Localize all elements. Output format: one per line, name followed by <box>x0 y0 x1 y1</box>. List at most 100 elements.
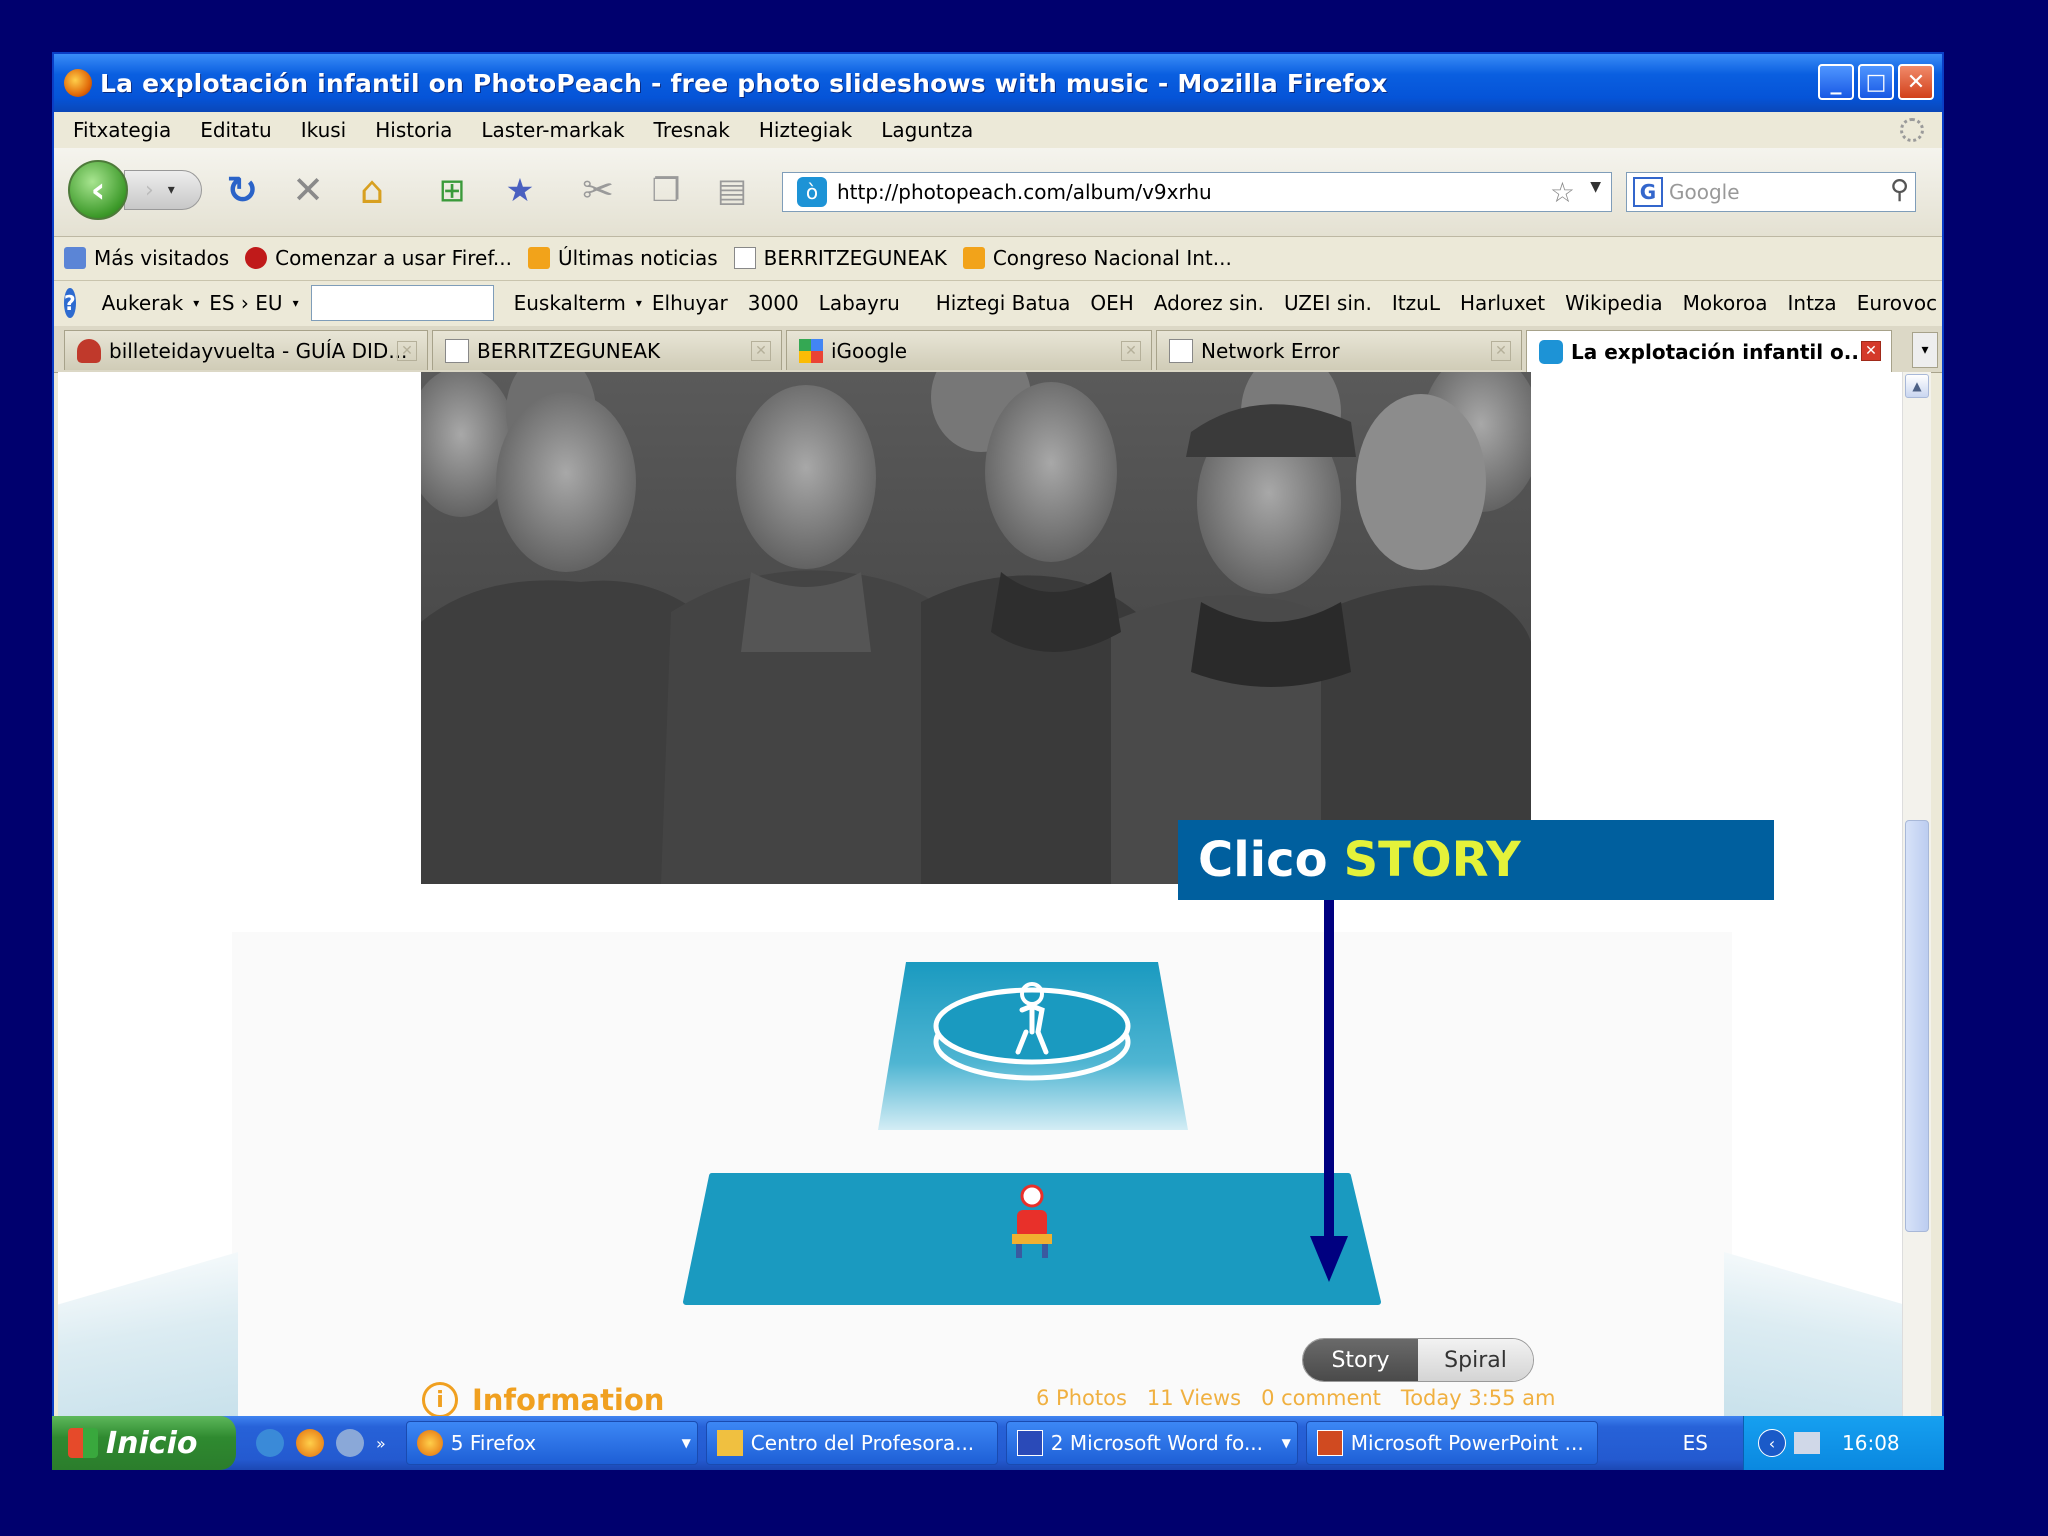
dict-uzei[interactable]: UZEI sin. <box>1284 291 1372 315</box>
dict-labayru[interactable]: Labayru <box>819 291 900 315</box>
internet-explorer-icon[interactable] <box>256 1429 284 1457</box>
bookmark-star-icon[interactable]: ★ <box>498 168 542 212</box>
folder-icon <box>64 247 86 269</box>
menu-hiztegiak[interactable]: Hiztegiak <box>759 118 852 142</box>
bookmark-congreso[interactable]: Congreso Nacional Int... <box>962 246 1232 270</box>
home-icon[interactable]: ⌂ <box>350 168 394 212</box>
powerpoint-icon <box>1316 1430 1343 1456</box>
bookmark-star-icon[interactable]: ☆ <box>1550 176 1575 209</box>
tab-explotacion-infantil[interactable]: La explotación infantil o... ✕ <box>1526 330 1892 372</box>
clock[interactable]: 16:08 <box>1842 1431 1900 1455</box>
search-icon[interactable]: ⚲ <box>1890 175 1909 205</box>
story-mode-preview[interactable] <box>682 1154 1382 1314</box>
information-link[interactable]: i Information <box>422 1382 664 1418</box>
page-content: Story Spiral 6 Photos 11 Views 0 comment… <box>58 372 1902 1458</box>
dict-3000[interactable]: 3000 <box>748 291 799 315</box>
title-bar[interactable]: La explotación infantil on PhotoPeach - … <box>54 54 1942 112</box>
bookmark-ultimas-noticias[interactable]: Últimas noticias <box>528 246 718 270</box>
dict-harluxet[interactable]: Harluxet <box>1460 291 1545 315</box>
dict-oeh[interactable]: OEH <box>1090 291 1133 315</box>
tab-network-error[interactable]: Network Error ✕ <box>1156 330 1522 370</box>
information-label: Information <box>472 1383 665 1417</box>
copy-icon[interactable]: ❐ <box>644 168 688 212</box>
paste-icon[interactable]: ▤ <box>710 168 754 212</box>
tab-close-icon[interactable]: ✕ <box>1861 341 1881 361</box>
dict-euskalterm[interactable]: Euskalterm <box>514 291 626 315</box>
tab-list-button[interactable]: ▾ <box>1912 332 1938 368</box>
start-button[interactable]: Inicio <box>52 1416 236 1470</box>
network-icon[interactable] <box>1794 1432 1820 1454</box>
igoogle-icon <box>799 338 823 363</box>
slideshow-photo[interactable] <box>421 372 1531 884</box>
chevron-down-icon[interactable]: ▼ <box>1590 179 1601 195</box>
language-indicator[interactable]: ES <box>1683 1431 1708 1455</box>
spiral-button[interactable]: Spiral <box>1418 1339 1533 1381</box>
spiral-mode-preview[interactable] <box>678 960 1294 1132</box>
dict-eurovoc[interactable]: Eurovoc <box>1857 291 1937 315</box>
bookmarks-toolbar: Más visitados Comenzar a usar Firef... Ú… <box>54 236 1942 281</box>
windows-taskbar: Inicio » 5 Firefox ▼ Centro del Profesor… <box>52 1416 1944 1470</box>
quick-launch-chevron-icon[interactable]: » <box>376 1434 386 1453</box>
menu-editatu[interactable]: Editatu <box>200 118 272 142</box>
tab-close-icon[interactable]: ✕ <box>751 341 771 361</box>
bookmark-comenzar[interactable]: Comenzar a usar Firef... <box>245 246 512 270</box>
tab-billeteidayvuelta[interactable]: billeteidayvuelta - GUÍA DID... ✕ <box>64 330 428 370</box>
menu-historia[interactable]: Historia <box>375 118 452 142</box>
firefox-icon[interactable] <box>296 1429 324 1457</box>
menu-laguntza[interactable]: Laguntza <box>881 118 973 142</box>
menu-laster-markak[interactable]: Laster-markak <box>481 118 624 142</box>
bookmark-berritzeguneak[interactable]: BERRITZEGUNEAK <box>733 246 947 270</box>
dict-intza[interactable]: Intza <box>1788 291 1837 315</box>
menu-ikusi[interactable]: Ikusi <box>301 118 347 142</box>
translator-input[interactable] <box>310 285 494 321</box>
aukerak-menu[interactable]: Aukerak <box>102 291 184 315</box>
taskbar-word[interactable]: 2 Microsoft Word fo... ▼ <box>1005 1421 1298 1465</box>
info-icon: i <box>422 1382 458 1418</box>
help-icon[interactable]: ? <box>64 288 76 318</box>
cut-icon[interactable]: ✂ <box>576 168 620 212</box>
menu-fitxategia[interactable]: Fitxategia <box>73 118 171 142</box>
menu-tresnak[interactable]: Tresnak <box>654 118 730 142</box>
google-icon[interactable]: G <box>1633 177 1663 207</box>
stop-icon[interactable]: ✕ <box>286 168 330 212</box>
tab-igoogle[interactable]: iGoogle ✕ <box>786 330 1152 370</box>
taskbar-centro-profesorado[interactable]: Centro del Profesora... <box>705 1421 998 1465</box>
children-photo-image <box>421 372 1531 884</box>
callout-text-yellow: STORY <box>1343 832 1521 888</box>
system-tray: ‹ 16:08 <box>1743 1416 1944 1470</box>
reload-icon[interactable]: ↻ <box>220 168 264 212</box>
tab-close-icon[interactable]: ✕ <box>397 341 417 361</box>
url-bar[interactable]: ò http://photopeach.com/album/v9xrhu ☆ ▼ <box>782 172 1612 212</box>
taskbar-powerpoint[interactable]: Microsoft PowerPoint ... <box>1305 1421 1598 1465</box>
translator-toolbar: ? Aukerak ▾ ES › EU ▾ Euskalterm ▾ Elhuyar … <box>54 280 1942 326</box>
dict-elhuyar[interactable]: Elhuyar <box>652 291 728 315</box>
maximize-button[interactable]: □ <box>1858 64 1894 100</box>
story-button[interactable]: Story <box>1303 1339 1418 1381</box>
forward-button[interactable]: › ▾ <box>124 170 202 210</box>
tab-close-icon[interactable]: ✕ <box>1491 341 1511 361</box>
back-button[interactable]: ‹ <box>68 160 128 220</box>
tab-berritzeguneak[interactable]: BERRITZEGUNEAK ✕ <box>432 330 782 370</box>
vertical-scrollbar[interactable]: ▲ ▼ <box>1902 372 1931 1458</box>
language-selector[interactable]: ES › EU <box>209 291 282 315</box>
close-button[interactable]: ✕ <box>1898 64 1934 100</box>
throbber-icon <box>1900 118 1924 142</box>
dict-wikipedia[interactable]: Wikipedia <box>1565 291 1663 315</box>
dict-adorez[interactable]: Adorez sin. <box>1154 291 1264 315</box>
minimize-button[interactable]: _ <box>1818 64 1854 100</box>
dict-hiztegi-batua[interactable]: Hiztegi Batua <box>936 291 1071 315</box>
bookmark-mas-visitados[interactable]: Más visitados <box>64 246 229 270</box>
album-meta: 6 Photos 11 Views 0 comment Today 3:55 a… <box>1036 1386 1556 1410</box>
search-bar[interactable]: G Google ⚲ <box>1626 172 1916 212</box>
plant-icon <box>77 338 101 363</box>
chevron-down-icon: ▼ <box>1281 1436 1291 1450</box>
new-tab-icon[interactable]: ⊞ <box>430 168 474 212</box>
tab-close-icon[interactable]: ✕ <box>1121 341 1141 361</box>
dict-mokoroa[interactable]: Mokoroa <box>1683 291 1768 315</box>
tray-expand-icon[interactable]: ‹ <box>1758 1429 1786 1457</box>
taskbar-firefox[interactable]: 5 Firefox ▼ <box>405 1421 698 1465</box>
scroll-up-arrow-icon[interactable]: ▲ <box>1905 374 1929 398</box>
dict-itzul[interactable]: ItzuL <box>1392 291 1440 315</box>
scroll-thumb[interactable] <box>1905 820 1929 1232</box>
desktop-icon[interactable] <box>336 1429 364 1457</box>
